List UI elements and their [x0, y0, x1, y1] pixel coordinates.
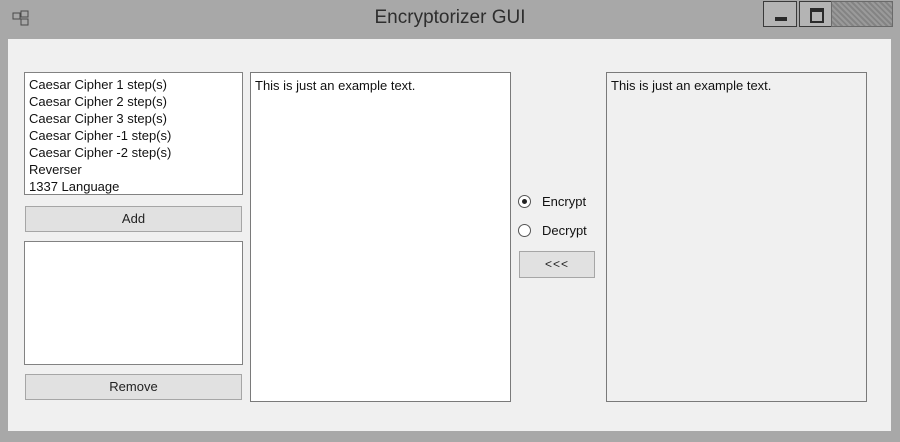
list-item[interactable]: Caesar Cipher -1 step(s)	[29, 127, 238, 144]
selected-algorithms-list[interactable]	[24, 241, 243, 365]
decrypt-radio[interactable]	[518, 223, 531, 237]
list-item[interactable]: Reverser	[29, 161, 238, 178]
output-textbox: This is just an example text.	[606, 72, 867, 402]
title-bar[interactable]: Encryptorizer GUI	[0, 0, 900, 38]
maximize-icon	[810, 8, 824, 23]
list-item[interactable]: 1337 Language	[29, 178, 238, 195]
list-item[interactable]: Caesar Cipher 2 step(s)	[29, 93, 238, 110]
add-button[interactable]: Add	[25, 206, 242, 232]
decrypt-label: Decrypt	[542, 222, 587, 238]
encrypt-label: Encrypt	[542, 193, 587, 209]
close-button[interactable]	[831, 1, 893, 27]
encrypt-radio[interactable]	[518, 194, 531, 208]
algorithm-list[interactable]: Caesar Cipher 1 step(s) Caesar Cipher 2 s…	[24, 72, 243, 195]
minimize-icon	[775, 17, 787, 21]
transfer-button[interactable]: <<<	[519, 251, 595, 278]
list-item[interactable]: Caesar Cipher 1 step(s)	[29, 76, 238, 93]
minimize-button[interactable]	[763, 1, 797, 27]
main-form: Caesar Cipher 1 step(s) Caesar Cipher 2 s…	[8, 39, 891, 431]
encrypt-radio-option[interactable]: Encrypt	[518, 191, 586, 211]
list-item[interactable]: Caesar Cipher 3 step(s)	[29, 110, 238, 127]
input-textbox[interactable]: This is just an example text.	[250, 72, 511, 402]
remove-button[interactable]: Remove	[25, 374, 242, 400]
decrypt-radio-option[interactable]: Decrypt	[518, 220, 587, 240]
maximize-button[interactable]	[799, 1, 833, 27]
list-item[interactable]: Caesar Cipher -2 step(s)	[29, 144, 238, 161]
